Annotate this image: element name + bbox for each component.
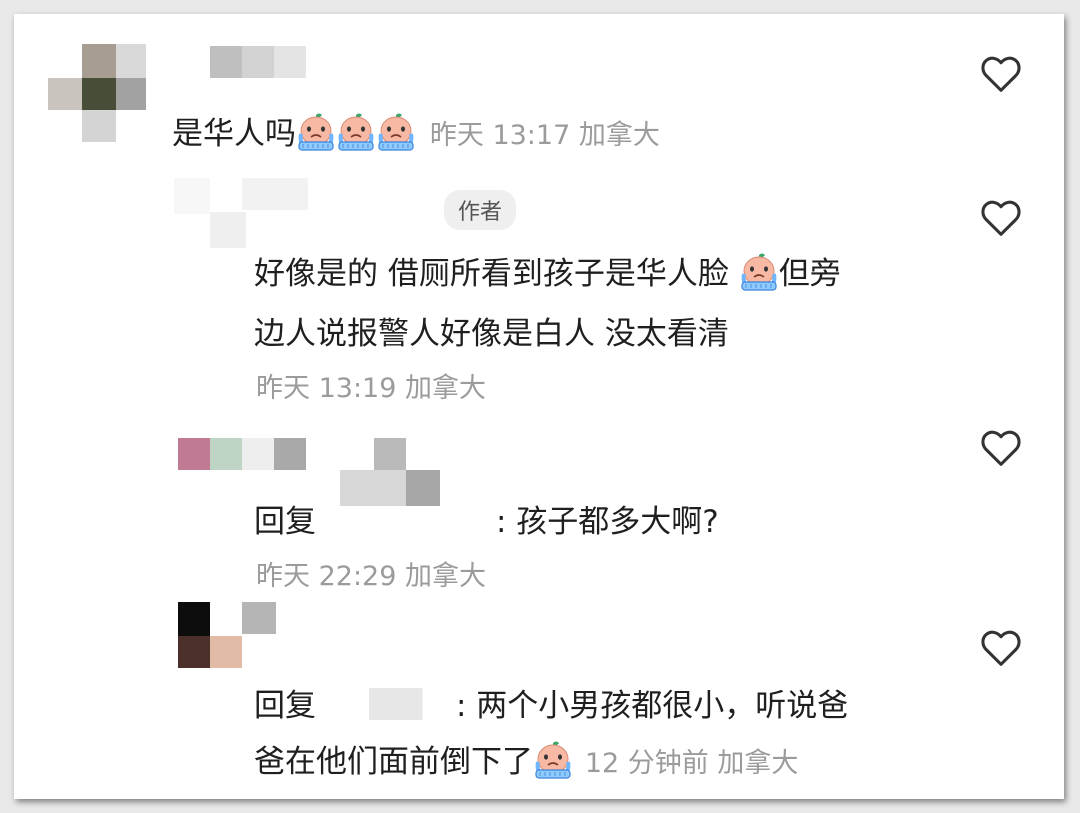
reply-prefix: 回复	[254, 504, 316, 540]
comment-time: 昨天 22:29	[256, 561, 397, 592]
reply-line-1: 回复 : 两个小男孩都很小，听说爸	[254, 680, 848, 725]
comment-time: 昨天 13:19	[256, 373, 397, 404]
reply-text: : 孩子都多大啊?	[496, 504, 719, 540]
avatar[interactable]	[48, 44, 148, 144]
crying-face-emoji-icon	[739, 252, 779, 292]
comment-location: 加拿大	[405, 561, 486, 592]
comment-text: 是华人吗 昨天 13:17 加拿大	[172, 108, 660, 153]
comment-meta: 昨天 13:19 加拿大	[256, 366, 486, 405]
crying-face-emoji-icon	[296, 112, 336, 152]
username-redacted[interactable]	[210, 46, 308, 78]
like-heart-icon[interactable]	[978, 626, 1024, 672]
comment-thread: 是华人吗 昨天 13:17 加拿大 作者 好像是的 借厕所看到孩子是华人脸 但旁…	[14, 14, 1064, 799]
reply-text-part: 但旁	[778, 256, 841, 292]
username-redacted[interactable]	[316, 688, 456, 720]
comment-4: 回复 : 两个小男孩都很小，听说爸 爸在他们面前倒下了 12 分钟前 加拿大	[14, 594, 1064, 794]
reply-line-2: 爸在他们面前倒下了 12 分钟前 加拿大	[254, 736, 798, 781]
reply-line: 回复 : 孩子都多大啊?	[254, 496, 719, 541]
like-heart-icon[interactable]	[978, 426, 1024, 472]
avatar[interactable]	[178, 602, 278, 670]
comment-location: 加拿大	[578, 120, 660, 151]
comment-3: 回复 : 孩子都多大啊? 昨天 22:29 加拿大	[14, 414, 1064, 592]
comment-location: 加拿大	[405, 373, 486, 404]
reply-prefix: 回复	[254, 688, 316, 724]
comment-meta: 昨天 13:17 加拿大	[430, 120, 660, 151]
reply-text-part: 好像是的 借厕所看到孩子是华人脸	[254, 256, 729, 292]
comment-time: 12 分钟前	[584, 748, 709, 779]
comment-text-content: 是华人吗	[172, 116, 296, 152]
comment-time: 昨天 13:17	[429, 120, 571, 151]
username-redacted[interactable]	[242, 178, 442, 210]
comment-meta: 12 分钟前 加拿大	[585, 748, 799, 779]
crying-face-emoji-icon	[336, 112, 376, 152]
comment-1: 是华人吗 昨天 13:17 加拿大	[14, 14, 1064, 164]
like-heart-icon[interactable]	[978, 52, 1024, 98]
comment-meta: 昨天 22:29 加拿大	[256, 554, 486, 593]
author-badge: 作者	[444, 190, 517, 230]
reply-line-2: 边人说报警人好像是白人 没太看清	[254, 316, 729, 352]
reply-text-part: 爸在他们面前倒下了	[254, 744, 533, 780]
crying-face-emoji-icon	[533, 740, 573, 780]
comment-2: 作者 好像是的 借厕所看到孩子是华人脸 但旁 边人说报警人好像是白人 没太看清 …	[14, 174, 1064, 404]
avatar[interactable]	[178, 438, 310, 472]
reply-line-1: 好像是的 借厕所看到孩子是华人脸 但旁	[254, 248, 841, 293]
like-heart-icon[interactable]	[978, 196, 1024, 242]
avatar[interactable]	[174, 178, 246, 250]
crying-face-emoji-icon	[376, 112, 416, 152]
comment-location: 加拿大	[717, 748, 799, 779]
reply-text: : 两个小男孩都很小，听说爸	[456, 688, 849, 724]
